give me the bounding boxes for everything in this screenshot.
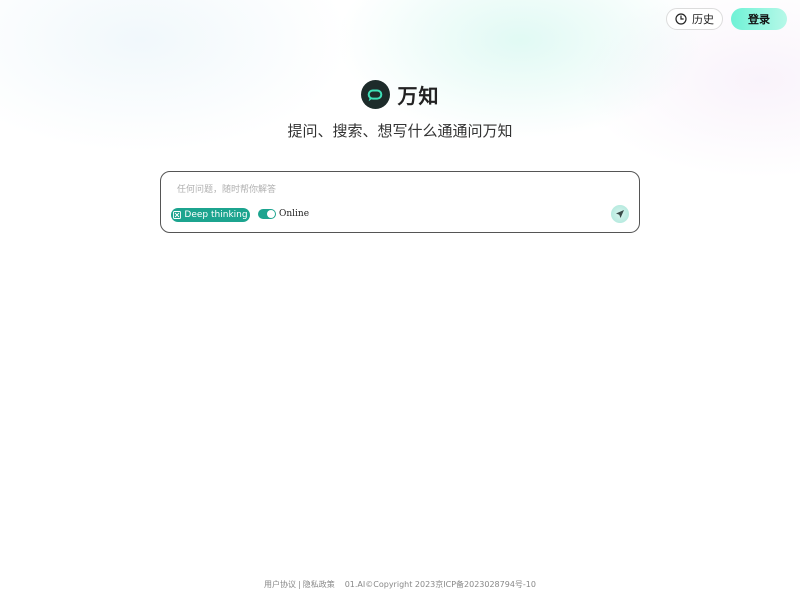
chat-box: Deep thinking Online [160, 171, 640, 233]
privacy-policy-link[interactable]: 隐私政策 [303, 580, 335, 589]
footer: 用户协议 | 隐私政策 01.AI©Copyright 2023京ICP备202302… [0, 579, 800, 590]
online-toggle[interactable] [258, 209, 276, 219]
brand: 万知 [0, 80, 800, 109]
history-label: 历史 [692, 13, 714, 26]
history-button[interactable]: 历史 [666, 8, 723, 30]
send-icon [616, 210, 624, 218]
chat-input[interactable] [177, 182, 607, 198]
login-button[interactable]: 登录 [731, 8, 787, 30]
logo-icon [360, 80, 390, 109]
deep-thinking-icon [173, 211, 182, 219]
online-toggle-wrap[interactable]: Online [258, 209, 309, 219]
clock-icon [675, 13, 687, 25]
copyright-text: 01.AI©Copyright 2023京ICP备2023028794号-10 [344, 580, 536, 589]
top-bar: 历史 登录 [666, 8, 787, 30]
footer-separator: | [298, 580, 301, 589]
online-label: Online [279, 209, 310, 219]
user-agreement-link[interactable]: 用户协议 [264, 580, 296, 589]
deep-thinking-button[interactable]: Deep thinking [171, 208, 250, 222]
send-button[interactable] [611, 205, 629, 223]
tagline: 提问、搜索、想写什么通通问万知 [287, 122, 513, 140]
brand-name: 万知 [397, 84, 440, 108]
deep-thinking-label: Deep thinking [184, 210, 248, 220]
